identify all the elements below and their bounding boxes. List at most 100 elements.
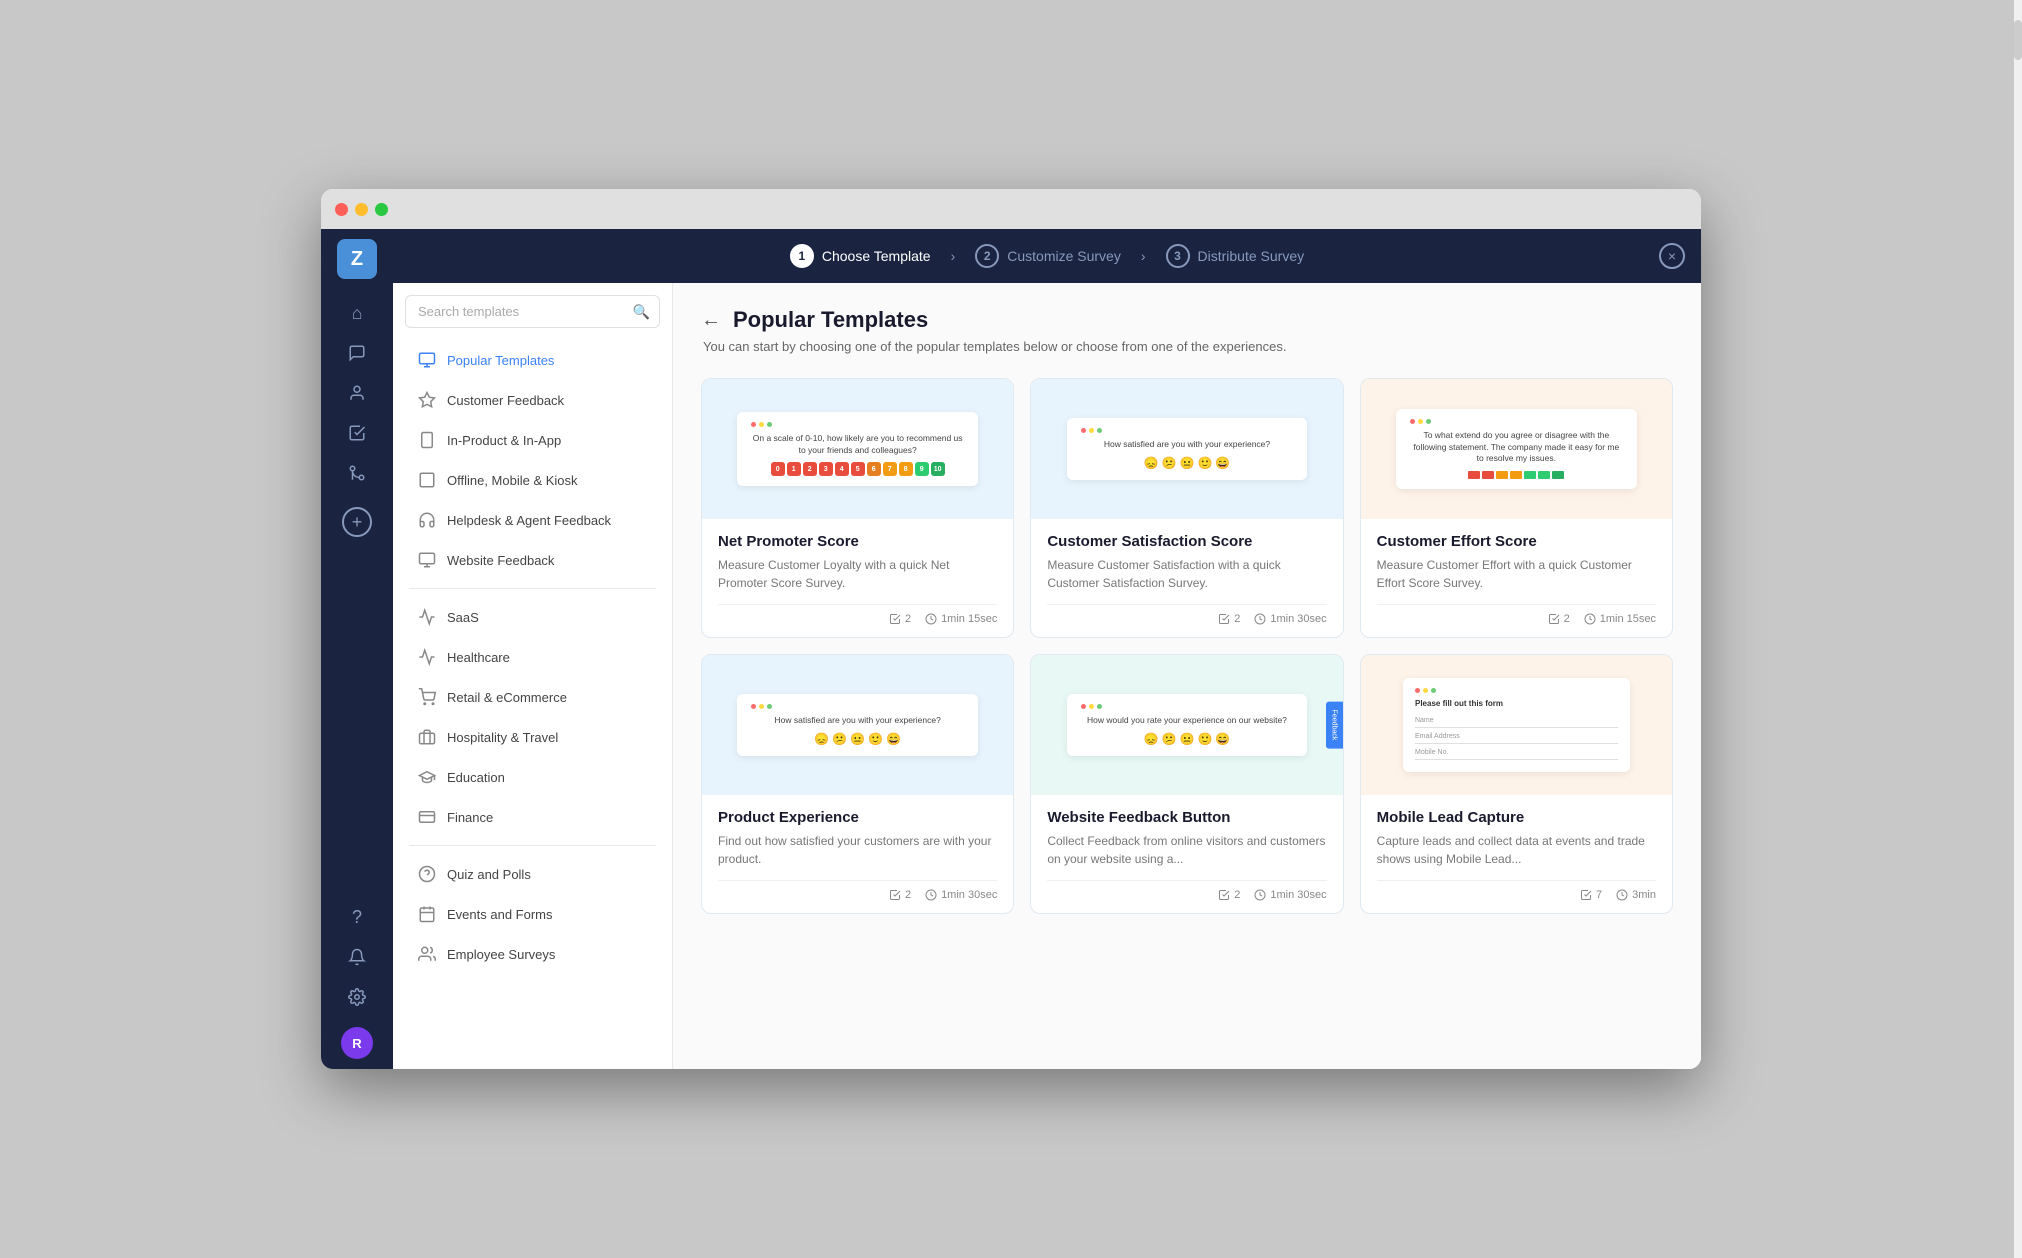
template-card-product[interactable]: How satisfied are you with your experien… [701, 654, 1014, 914]
template-card-nps[interactable]: On a scale of 0-10, how likely are you t… [701, 378, 1014, 638]
sidebar-icon-settings[interactable] [339, 979, 375, 1015]
offline-label: Offline, Mobile & Kiosk [447, 473, 578, 488]
dot-green [1097, 428, 1102, 433]
nav-item-hospitality[interactable]: Hospitality & Travel [401, 718, 664, 756]
website-preview-text: How would you rate your experience on ou… [1081, 715, 1294, 727]
user-avatar[interactable]: R [341, 1027, 373, 1059]
app-container: Z ⌂ + [321, 229, 1701, 1069]
back-button[interactable]: ← [701, 309, 721, 332]
step-customize-survey[interactable]: 2 Customize Survey [959, 244, 1137, 268]
template-card-ces[interactable]: To what extend do you agree or disagree … [1360, 378, 1673, 638]
product-questions: 2 [889, 889, 911, 901]
templates-grid: On a scale of 0-10, how likely are you t… [701, 378, 1673, 914]
dot-red [1415, 688, 1420, 693]
mobile-desc: Capture leads and collect data at events… [1377, 832, 1656, 868]
emoji-1: 😞 [1144, 732, 1159, 746]
events-icon [417, 904, 437, 924]
dot-yellow [1089, 704, 1094, 709]
card-preview-website: How would you rate your experience on ou… [1031, 655, 1342, 795]
content-area: 🔍 Popular Templates [393, 283, 1701, 1069]
emoji-5: 😄 [1215, 732, 1230, 746]
maximize-btn[interactable] [375, 203, 388, 216]
nav-item-quiz[interactable]: Quiz and Polls [401, 855, 664, 893]
mobile-footer: 7 3min [1377, 880, 1656, 901]
dot-red [1410, 419, 1415, 424]
template-card-csat[interactable]: How satisfied are you with your experien… [1030, 378, 1343, 638]
nav-item-retail[interactable]: Retail & eCommerce [401, 678, 664, 716]
step-1-label: Choose Template [822, 248, 931, 264]
product-time: 1min 30sec [925, 889, 997, 901]
healthcare-icon [417, 647, 437, 667]
add-button[interactable]: + [342, 507, 372, 537]
dot-red [1081, 704, 1086, 709]
page-subtitle: You can start by choosing one of the pop… [703, 339, 1673, 354]
step-2-label: Customize Survey [1007, 248, 1121, 264]
nav-item-customer-feedback[interactable]: Customer Feedback [401, 381, 664, 419]
minimize-btn[interactable] [355, 203, 368, 216]
ces-q-count: 2 [1564, 613, 1570, 625]
titlebar [321, 189, 1701, 229]
nav-item-helpdesk[interactable]: Helpdesk & Agent Feedback [401, 501, 664, 539]
events-label: Events and Forms [447, 907, 553, 922]
emoji-3: 😐 [1180, 732, 1195, 746]
product-time-val: 1min 30sec [941, 889, 997, 901]
left-panel: 🔍 Popular Templates [393, 283, 673, 1069]
card-body-nps: Net Promoter Score Measure Customer Loya… [702, 519, 1013, 637]
sidebar-icon-user[interactable] [339, 375, 375, 411]
employee-icon [417, 944, 437, 964]
nav-item-saas[interactable]: SaaS [401, 598, 664, 636]
finance-icon [417, 807, 437, 827]
hospitality-icon [417, 727, 437, 747]
step-distribute-survey[interactable]: 3 Distribute Survey [1150, 244, 1321, 268]
rating-sq-7 [1552, 471, 1564, 479]
nav-item-education[interactable]: Education [401, 758, 664, 796]
website-desc: Collect Feedback from online visitors an… [1047, 832, 1326, 868]
mobile-title: Mobile Lead Capture [1377, 809, 1656, 826]
sidebar-icon-bell[interactable] [339, 939, 375, 975]
nav-item-finance[interactable]: Finance [401, 798, 664, 836]
sidebar-icon-task[interactable] [339, 415, 375, 451]
website-time-val: 1min 30sec [1270, 889, 1326, 901]
sidebar-icon-help[interactable]: ? [339, 899, 375, 935]
sidebar-icon-chat[interactable] [339, 335, 375, 371]
card-body-csat: Customer Satisfaction Score Measure Cust… [1031, 519, 1342, 637]
dialog-close-button[interactable]: × [1659, 243, 1685, 269]
nav-item-employee[interactable]: Employee Surveys [401, 935, 664, 973]
rating-sq-1 [1468, 471, 1480, 479]
right-panel: ← Popular Templates You can start by cho… [673, 283, 1701, 1069]
step-choose-template[interactable]: 1 Choose Template [774, 244, 947, 268]
product-preview: How satisfied are you with your experien… [737, 694, 978, 757]
nav-item-in-product[interactable]: In-Product & In-App [401, 421, 664, 459]
csat-preview-text: How satisfied are you with your experien… [1081, 439, 1294, 451]
nps-questions: 2 [889, 613, 911, 625]
emoji-4: 🙂 [1197, 732, 1212, 746]
mobile-time-val: 3min [1632, 889, 1656, 901]
search-input[interactable] [405, 295, 660, 328]
csat-emoji-row: 😞 😕 😐 🙂 😄 [1081, 456, 1294, 470]
product-title: Product Experience [718, 809, 997, 826]
nav-item-website[interactable]: Website Feedback [401, 541, 664, 579]
close-btn[interactable] [335, 203, 348, 216]
nav-item-popular[interactable]: Popular Templates [401, 341, 664, 379]
template-card-website-feedback[interactable]: How would you rate your experience on ou… [1030, 654, 1343, 914]
wizard-steps: 1 Choose Template › 2 Customize Survey ›… [774, 244, 1320, 268]
logo: Z [337, 239, 377, 279]
employee-label: Employee Surveys [447, 947, 555, 962]
nps-preview-text: On a scale of 0-10, how likely are you t… [751, 433, 964, 457]
nav-item-offline[interactable]: Offline, Mobile & Kiosk [401, 461, 664, 499]
nav-item-healthcare[interactable]: Healthcare [401, 638, 664, 676]
product-emoji-row: 😞 😕 😐 🙂 😄 [751, 732, 964, 746]
product-q-count: 2 [905, 889, 911, 901]
nav-item-events[interactable]: Events and Forms [401, 895, 664, 933]
dot-yellow [1423, 688, 1428, 693]
ces-preview: To what extend do you agree or disagree … [1396, 409, 1637, 490]
step-arrow-1: › [951, 248, 956, 264]
sidebar-icon-home[interactable]: ⌂ [339, 295, 375, 331]
sidebar-icon-branch[interactable] [339, 455, 375, 491]
card-body-product: Product Experience Find out how satisfie… [702, 795, 1013, 913]
step-1-num: 1 [790, 244, 814, 268]
card-body-ces: Customer Effort Score Measure Customer E… [1361, 519, 1672, 637]
emoji-5: 😄 [886, 732, 901, 746]
template-card-mobile-lead[interactable]: Please fill out this form Name Email Add… [1360, 654, 1673, 914]
product-desc: Find out how satisfied your customers ar… [718, 832, 997, 868]
